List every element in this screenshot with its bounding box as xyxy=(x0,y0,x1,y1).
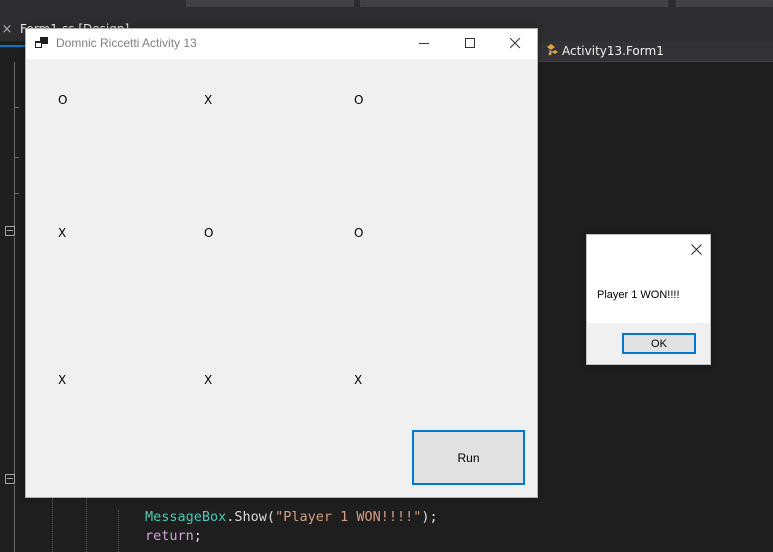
outline-tick xyxy=(14,107,19,108)
board-cell-r2c2[interactable]: O xyxy=(204,226,213,240)
toolbar-segment[interactable] xyxy=(360,0,668,7)
form1-window: Domnic Riccetti Activity 13 O X O X O O … xyxy=(25,28,538,498)
minimize-icon xyxy=(419,43,429,44)
indent-guide xyxy=(52,498,53,552)
code-token: "Player 1 WON!!!!" xyxy=(275,509,422,525)
nav-class-label: Activity13.Form1 xyxy=(562,44,664,58)
board-cell-r2c1[interactable]: X xyxy=(58,226,66,240)
code-token: ; xyxy=(193,528,202,544)
board-cell-r3c3[interactable]: X xyxy=(354,373,362,387)
board-cell-r3c2[interactable]: X xyxy=(204,373,212,387)
indent-guide xyxy=(86,498,87,552)
code-outline-gutter xyxy=(0,62,26,552)
code-token: MessageBox xyxy=(145,509,227,525)
ok-button[interactable]: OK xyxy=(622,333,696,354)
outline-line xyxy=(14,62,15,226)
collapse-toggle[interactable] xyxy=(5,226,15,236)
close-icon xyxy=(510,38,521,49)
indent-guide xyxy=(118,510,119,552)
board-cell-r1c1[interactable]: O xyxy=(58,93,67,107)
form-title: Domnic Riccetti Activity 13 xyxy=(56,36,197,50)
collapse-toggle[interactable] xyxy=(5,474,15,484)
close-icon xyxy=(691,244,702,255)
ide-top-toolbar xyxy=(0,0,773,7)
outline-tick xyxy=(14,193,19,194)
form-app-icon xyxy=(35,37,49,49)
board-cell-r3c1[interactable]: X xyxy=(58,373,66,387)
maximize-icon xyxy=(465,38,475,48)
run-button[interactable]: Run xyxy=(412,430,525,485)
minimize-button[interactable] xyxy=(401,29,447,58)
class-icon xyxy=(545,44,561,58)
message-box-dialog: Player 1 WON!!!! OK xyxy=(586,234,711,365)
code-line-messagebox[interactable]: MessageBox.Show("Player 1 WON!!!!"); xyxy=(145,509,438,525)
board-cell-r1c2[interactable]: X xyxy=(204,93,212,107)
message-box-close-button[interactable] xyxy=(687,241,707,261)
close-button[interactable] xyxy=(492,29,538,58)
code-line-return[interactable]: return; xyxy=(145,528,202,544)
ide-navigation-bar[interactable]: Activity13.Form1 xyxy=(538,41,773,62)
tab-close-icon[interactable]: × xyxy=(0,23,14,37)
toolbar-segment[interactable] xyxy=(186,0,354,7)
code-token: ); xyxy=(421,509,438,525)
code-token: return xyxy=(145,528,194,544)
maximize-button[interactable] xyxy=(447,29,493,58)
board-cell-r1c3[interactable]: O xyxy=(354,93,363,107)
board-cell-r2c3[interactable]: O xyxy=(354,226,363,240)
outline-line xyxy=(14,485,15,552)
code-token: .Show( xyxy=(226,509,276,525)
toolbar-segment[interactable] xyxy=(676,0,773,7)
form-title-bar[interactable]: Domnic Riccetti Activity 13 xyxy=(26,29,537,59)
outline-line xyxy=(14,237,15,474)
message-text: Player 1 WON!!!! xyxy=(597,289,680,301)
outline-tick xyxy=(14,157,19,158)
message-box-footer: OK xyxy=(587,323,710,364)
